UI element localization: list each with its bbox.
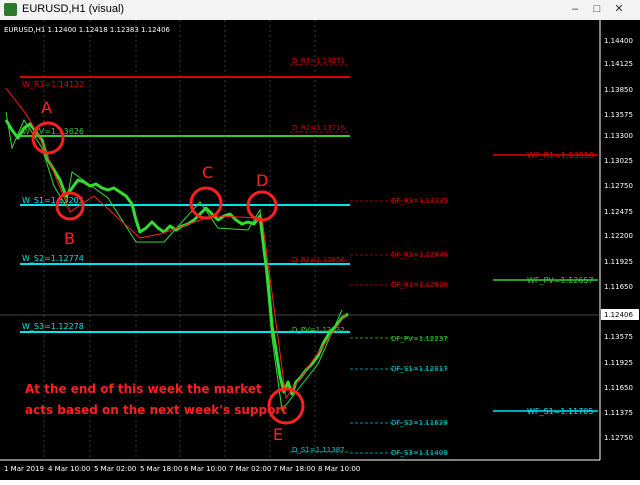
minimize-button[interactable]: – <box>566 2 584 17</box>
price-tick: 1.11925 <box>604 258 633 266</box>
price-tick: 1.13300 <box>604 132 633 140</box>
time-tick: 7 Mar 02:00 <box>229 465 271 473</box>
daily-label: DF_R2=1.12846 <box>391 251 449 259</box>
weekly-forecast-s1-label: WF_S1=1.11705 <box>527 407 593 416</box>
chart-app-icon <box>4 3 17 16</box>
daily-label: DF_S2=1.11628 <box>391 419 448 427</box>
time-tick: 1 Mar 2019 <box>4 465 44 473</box>
chart-area[interactable]: EURUSD,H1 1.12400 1.12418 1.12383 1.1240… <box>0 20 640 480</box>
marker-label-c: C <box>202 163 213 182</box>
note-line-2: acts based on the next week's support <box>25 403 287 417</box>
price-tick: 1.14125 <box>604 60 633 68</box>
title-bar: EURUSD,H1 (visual) – □ ✕ <box>0 0 640 21</box>
price-tick: 1.13575 <box>604 111 633 119</box>
price-tick: 1.14400 <box>604 37 633 45</box>
price-tick: 1.13575 <box>604 333 633 341</box>
daily-label: DF_S3=1.11408 <box>391 449 448 457</box>
symbol-info: EURUSD,H1 1.12400 1.12418 1.12383 1.1240… <box>4 26 171 34</box>
note-line-1: At the end of this week the market <box>25 382 262 396</box>
window-title: EURUSD,H1 (visual) <box>22 3 125 15</box>
marker-label-d: D <box>256 171 268 190</box>
marker-label-a: A <box>41 98 52 117</box>
weekly-forecast-pv-label: WF_PV=1.12657 <box>527 276 594 285</box>
maximize-button[interactable]: □ <box>588 2 606 17</box>
daily-label: D_S1=1.11387 <box>292 446 345 454</box>
price-tick: 1.13025 <box>604 157 633 165</box>
price-tick: 1.12200 <box>604 232 633 240</box>
daily-label: D_R2=1.13716 <box>292 124 346 132</box>
current-price-label: 1.12406 <box>604 311 633 319</box>
time-tick: 8 Mar 10:00 <box>318 465 360 473</box>
weekly-s2-label: W_S2=1.12774 <box>22 254 84 263</box>
time-tick: 5 Mar 02:00 <box>94 465 136 473</box>
close-button[interactable]: ✕ <box>610 2 628 17</box>
price-tick: 1.11650 <box>604 384 633 392</box>
weekly-s1-label: W_S1=1.13205 <box>22 196 84 205</box>
daily-label: DF_PV=1.12237 <box>391 335 448 343</box>
time-tick: 5 Mar 18:00 <box>140 465 182 473</box>
daily-label: D_R3=1.14271 <box>292 57 345 65</box>
daily-label: DF_R1=1.12626 <box>391 281 449 289</box>
daily-label: DF_R3=1.13235 <box>391 197 448 205</box>
price-tick: 1.11650 <box>604 283 633 291</box>
price-tick: 1.11375 <box>604 409 633 417</box>
marker-label-e: E <box>273 425 283 444</box>
price-tick: 1.13850 <box>604 86 633 94</box>
price-tick: 1.12475 <box>604 208 633 216</box>
time-tick: 7 Mar 18:00 <box>273 465 315 473</box>
daily-label: DF_S1=1.12017 <box>391 365 448 373</box>
marker-label-b: B <box>64 229 75 248</box>
time-axis: 1 Mar 2019 4 Mar 10:00 5 Mar 02:00 5 Mar… <box>4 465 360 473</box>
weekly-forecast-r1-label: WF_R1=1.13558 <box>527 151 594 160</box>
price-tick: 1.12750 <box>604 182 633 190</box>
price-tick: 1.12750 <box>604 434 633 442</box>
time-tick: 6 Mar 10:00 <box>184 465 226 473</box>
weekly-r1-label: W_R1=1.14122 <box>22 80 84 89</box>
weekly-s3-label: W_S3=1.12278 <box>22 322 84 331</box>
daily-label: D_R1=1.12856 <box>292 256 346 264</box>
price-tick: 1.11925 <box>604 359 633 367</box>
time-tick: 4 Mar 10:00 <box>48 465 90 473</box>
